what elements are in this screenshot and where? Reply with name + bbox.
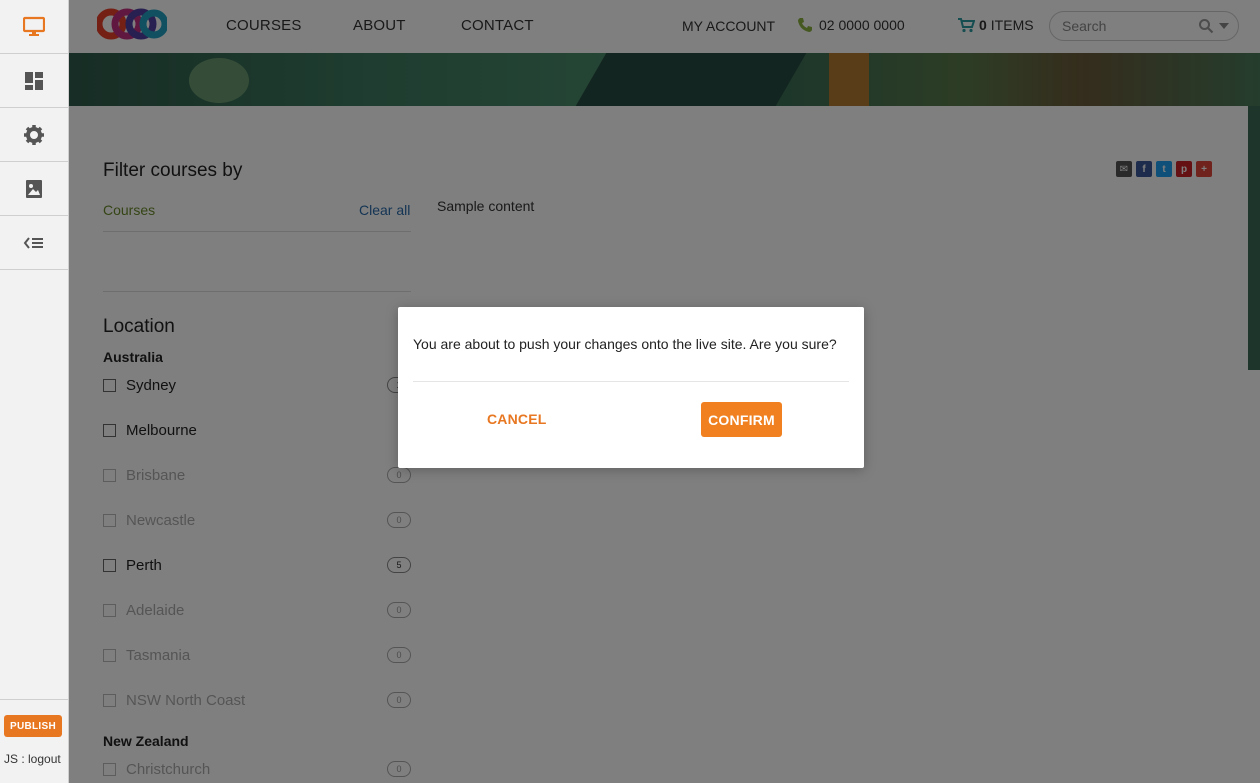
image-icon (26, 179, 42, 198)
dialog-message: You are about to push your changes onto … (413, 336, 837, 352)
admin-item-site[interactable] (0, 0, 68, 54)
admin-item-media[interactable] (0, 162, 68, 216)
gear-icon (24, 124, 44, 145)
admin-sidebar: PUBLISH JS : logout (0, 0, 69, 783)
admin-footer: PUBLISH JS : logout (0, 699, 68, 783)
monitor-icon (23, 16, 45, 36)
divider (413, 381, 849, 382)
list-icon (23, 236, 43, 249)
dashboard-icon (25, 71, 43, 90)
logout-link[interactable]: JS : logout (4, 752, 61, 766)
admin-item-settings[interactable] (0, 108, 68, 162)
admin-item-menu[interactable] (0, 216, 68, 270)
cancel-button[interactable]: CANCEL (487, 411, 547, 427)
publish-button[interactable]: PUBLISH (4, 715, 62, 737)
confirm-button[interactable]: CONFIRM (701, 402, 782, 437)
admin-item-dashboard[interactable] (0, 54, 68, 108)
confirm-dialog: You are about to push your changes onto … (398, 307, 864, 468)
